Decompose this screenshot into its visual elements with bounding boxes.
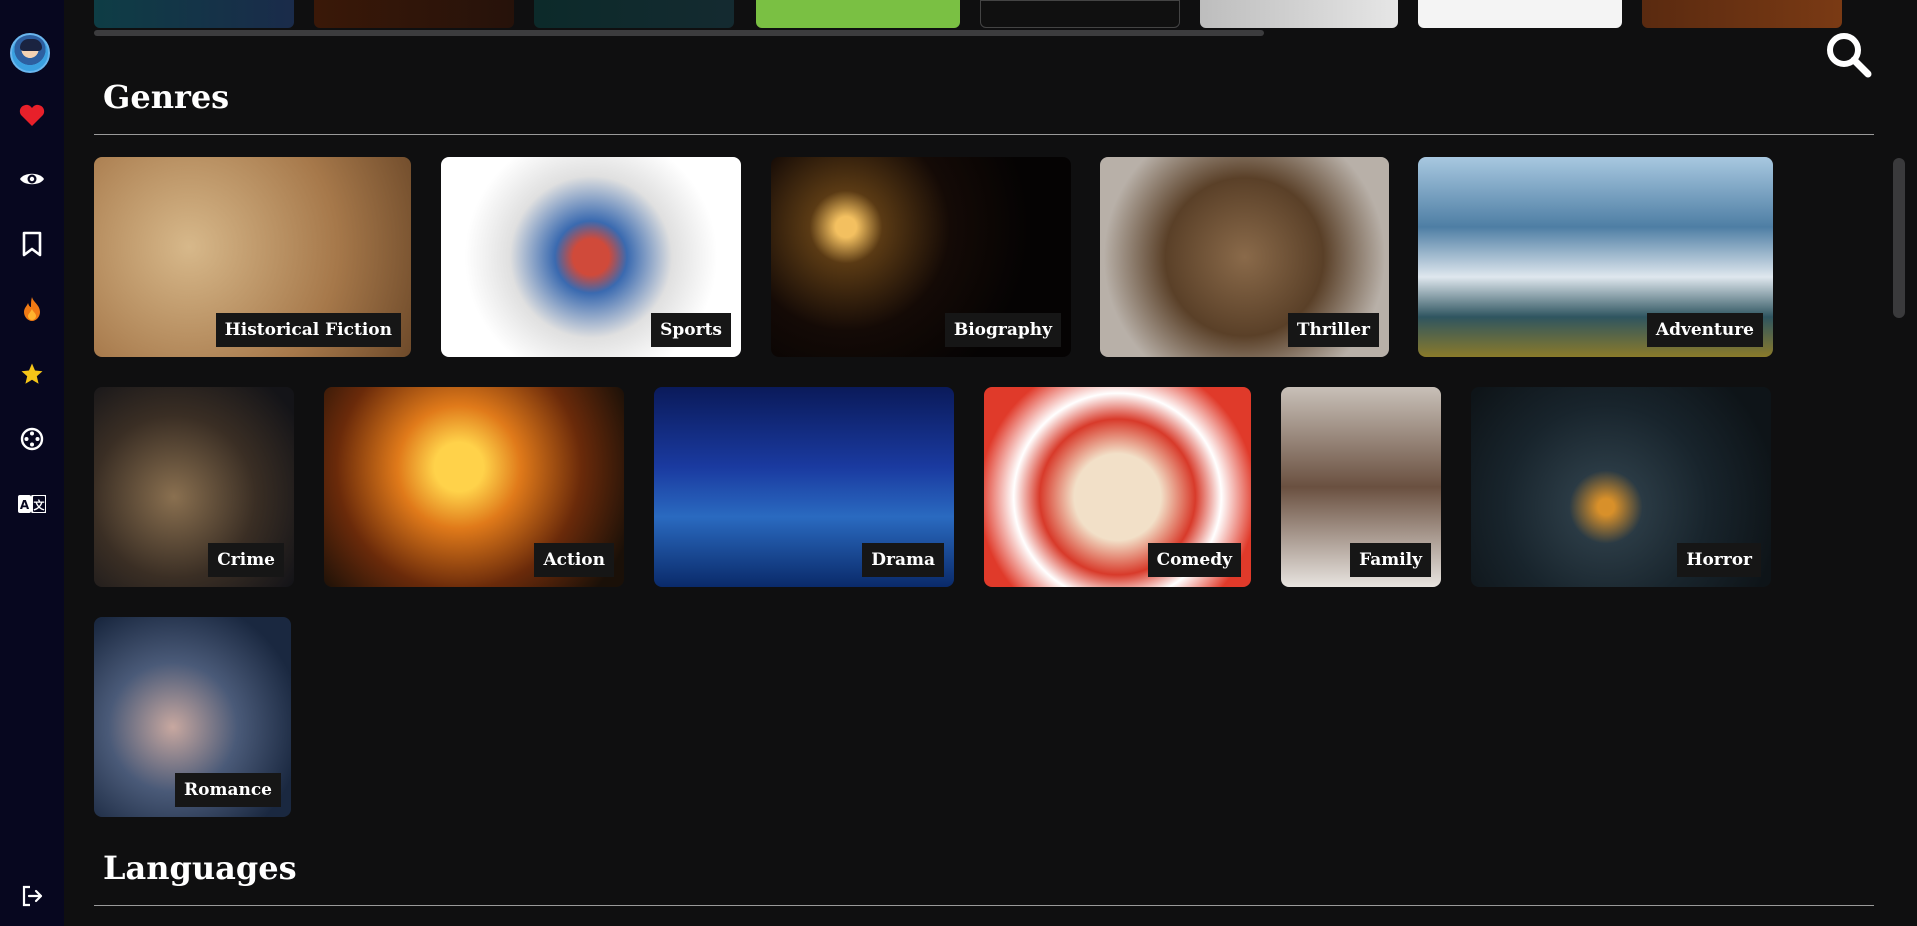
sidebar: A文 [0, 0, 64, 926]
genre-card-family[interactable]: Family [1281, 387, 1441, 587]
languages-divider [94, 905, 1874, 906]
eye-icon[interactable] [12, 159, 52, 199]
bookmark-icon[interactable] [12, 224, 52, 264]
genres-divider [94, 134, 1874, 135]
genre-label: Biography [944, 313, 1061, 347]
carousel-thumbnail[interactable] [1418, 0, 1622, 28]
genre-label: Sports [651, 313, 731, 347]
genre-card-drama[interactable]: Drama [654, 387, 954, 587]
carousel-thumbnail[interactable] [94, 0, 294, 28]
genre-card-romance[interactable]: Romance [94, 617, 291, 817]
genre-card-horror[interactable]: Horror [1471, 387, 1771, 587]
carousel-thumbnail[interactable] [314, 0, 514, 28]
carousel-thumbnail[interactable] [534, 0, 734, 28]
svg-text:A: A [20, 498, 30, 512]
logout-icon[interactable] [12, 876, 52, 916]
genre-label: Comedy [1147, 543, 1241, 577]
heart-icon[interactable] [12, 95, 52, 135]
genre-label: Crime [208, 543, 284, 577]
genre-card-adventure[interactable]: Adventure [1418, 157, 1773, 357]
star-icon[interactable] [12, 354, 52, 394]
film-reel-icon[interactable] [12, 419, 52, 459]
genres-heading: Genres [103, 78, 230, 116]
genre-label: Family [1350, 543, 1431, 577]
carousel-thumbnail[interactable] [980, 0, 1180, 28]
flame-icon[interactable] [12, 289, 52, 329]
genre-label: Historical Fiction [215, 313, 401, 347]
genre-label: Romance [175, 773, 281, 807]
genre-label: Action [534, 543, 614, 577]
genre-label: Thriller [1287, 313, 1379, 347]
genre-card-action[interactable]: Action [324, 387, 624, 587]
translate-icon[interactable]: A文 [12, 484, 52, 524]
genre-card-historical-fiction[interactable]: Historical Fiction [94, 157, 411, 357]
user-avatar[interactable] [10, 33, 50, 73]
languages-heading: Languages [103, 849, 297, 887]
search-icon[interactable] [1824, 30, 1872, 78]
genre-label: Adventure [1646, 313, 1763, 347]
horizontal-scrollbar[interactable] [94, 30, 1264, 36]
genre-card-biography[interactable]: Biography [771, 157, 1071, 357]
genre-card-sports[interactable]: Sports [441, 157, 741, 357]
genre-card-comedy[interactable]: Comedy [984, 387, 1251, 587]
genre-label: Horror [1677, 543, 1761, 577]
media-carousel-row [94, 0, 1874, 30]
carousel-thumbnail[interactable] [1642, 0, 1842, 28]
carousel-thumbnail[interactable] [756, 0, 960, 28]
carousel-thumbnail[interactable] [1200, 0, 1398, 28]
genre-label: Drama [862, 543, 944, 577]
genre-card-crime[interactable]: Crime [94, 387, 294, 587]
genre-card-thriller[interactable]: Thriller [1100, 157, 1389, 357]
vertical-scrollbar[interactable] [1893, 158, 1905, 318]
svg-text:文: 文 [34, 498, 46, 512]
